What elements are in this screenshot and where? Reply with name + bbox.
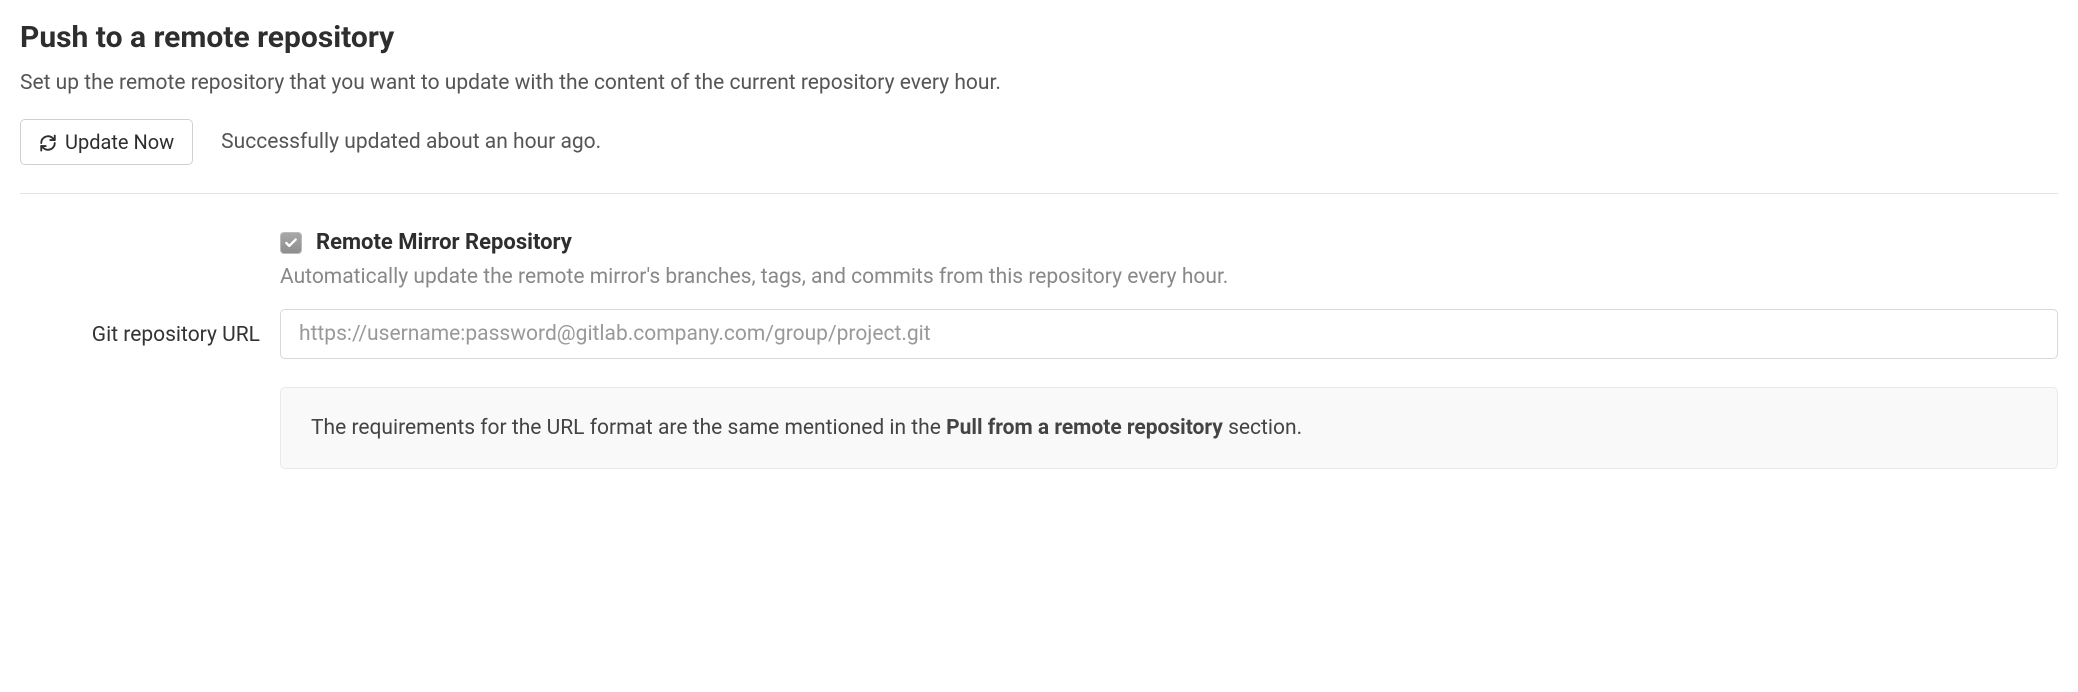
update-row: Update Now Successfully updated about an… <box>20 119 2058 165</box>
info-suffix: section. <box>1223 416 1302 440</box>
section-description: Set up the remote repository that you wa… <box>20 71 2058 95</box>
info-prefix: The requirements for the URL format are … <box>311 416 946 440</box>
remote-mirror-label: Remote Mirror Repository <box>316 230 572 255</box>
refresh-icon <box>39 133 57 151</box>
url-row: Git repository URL The requirements for … <box>20 309 2058 469</box>
git-url-label: Git repository URL <box>92 323 260 347</box>
update-now-button[interactable]: Update Now <box>20 119 193 165</box>
check-icon <box>284 236 298 250</box>
url-info-box: The requirements for the URL format are … <box>280 387 2058 469</box>
git-url-input[interactable] <box>280 309 2058 359</box>
section-heading: Push to a remote repository <box>20 20 2058 55</box>
info-bold: Pull from a remote repository <box>946 416 1223 440</box>
remote-mirror-help: Automatically update the remote mirror's… <box>280 265 2058 289</box>
section-divider <box>20 193 2058 194</box>
update-now-label: Update Now <box>65 130 174 154</box>
update-status: Successfully updated about an hour ago. <box>221 130 601 154</box>
mirror-checkbox-row: Remote Mirror Repository Automatically u… <box>20 230 2058 289</box>
remote-mirror-checkbox[interactable] <box>280 232 302 254</box>
